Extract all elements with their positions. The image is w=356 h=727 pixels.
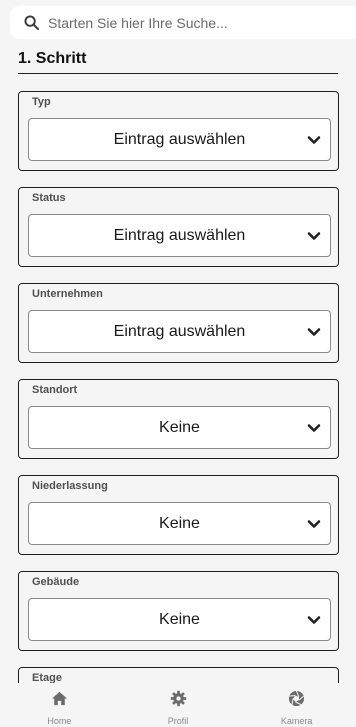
field-standort: Standort Keine — [18, 379, 339, 459]
chevron-down-icon — [307, 232, 321, 240]
select-value: Eintrag auswählen — [113, 226, 246, 244]
field-label: Unternehmen — [32, 288, 103, 300]
status-select[interactable]: Eintrag auswählen — [28, 214, 331, 257]
field-label: Status — [32, 192, 66, 204]
app-screen: 1. Schritt Typ Eintrag auswählen Status … — [0, 0, 356, 727]
nav-camera[interactable]: Kamera — [237, 683, 356, 727]
select-value: Eintrag auswählen — [113, 322, 246, 340]
chevron-down-icon — [307, 136, 321, 144]
select-value: Keine — [159, 418, 200, 436]
nav-profile[interactable]: Profil — [119, 683, 238, 727]
field-status: Status Eintrag auswählen — [18, 187, 339, 267]
page-title: 1. Schritt — [18, 50, 87, 67]
bottom-nav: Home Profil Kamera — [0, 683, 356, 727]
gear-icon — [170, 690, 186, 707]
chevron-down-icon — [307, 616, 321, 624]
typ-select[interactable]: Eintrag auswählen — [28, 118, 331, 161]
chevron-down-icon — [307, 328, 321, 336]
nav-home[interactable]: Home — [0, 683, 119, 727]
search-input[interactable] — [48, 14, 328, 31]
standort-select[interactable]: Keine — [28, 406, 331, 449]
search-bar[interactable] — [10, 6, 356, 39]
niederlassung-select[interactable]: Keine — [28, 502, 331, 545]
select-value: Keine — [159, 610, 200, 628]
field-label: Niederlassung — [32, 480, 108, 492]
chevron-down-icon — [307, 424, 321, 432]
field-typ: Typ Eintrag auswählen — [18, 91, 339, 171]
chevron-down-icon — [307, 520, 321, 528]
aperture-icon — [289, 690, 305, 707]
nav-profile-label: Profil — [167, 716, 189, 726]
field-niederlassung: Niederlassung Keine — [18, 475, 339, 555]
gebaeude-select[interactable]: Keine — [28, 598, 331, 641]
field-label: Typ — [32, 96, 51, 108]
field-label: Gebäude — [32, 576, 80, 588]
select-value: Eintrag auswählen — [113, 130, 246, 148]
select-value: Keine — [159, 514, 200, 532]
field-gebaeude: Gebäude Keine — [18, 571, 339, 651]
unternehmen-select[interactable]: Eintrag auswählen — [28, 310, 331, 353]
field-label: Standort — [32, 384, 78, 396]
field-unternehmen: Unternehmen Eintrag auswählen — [18, 283, 339, 363]
form-fields: Typ Eintrag auswählen Status Eintrag aus… — [18, 91, 339, 727]
nav-camera-label: Kamera — [280, 716, 313, 726]
nav-home-label: Home — [47, 716, 72, 726]
title-divider — [18, 73, 338, 74]
search-icon — [24, 15, 39, 30]
home-icon — [51, 691, 67, 706]
